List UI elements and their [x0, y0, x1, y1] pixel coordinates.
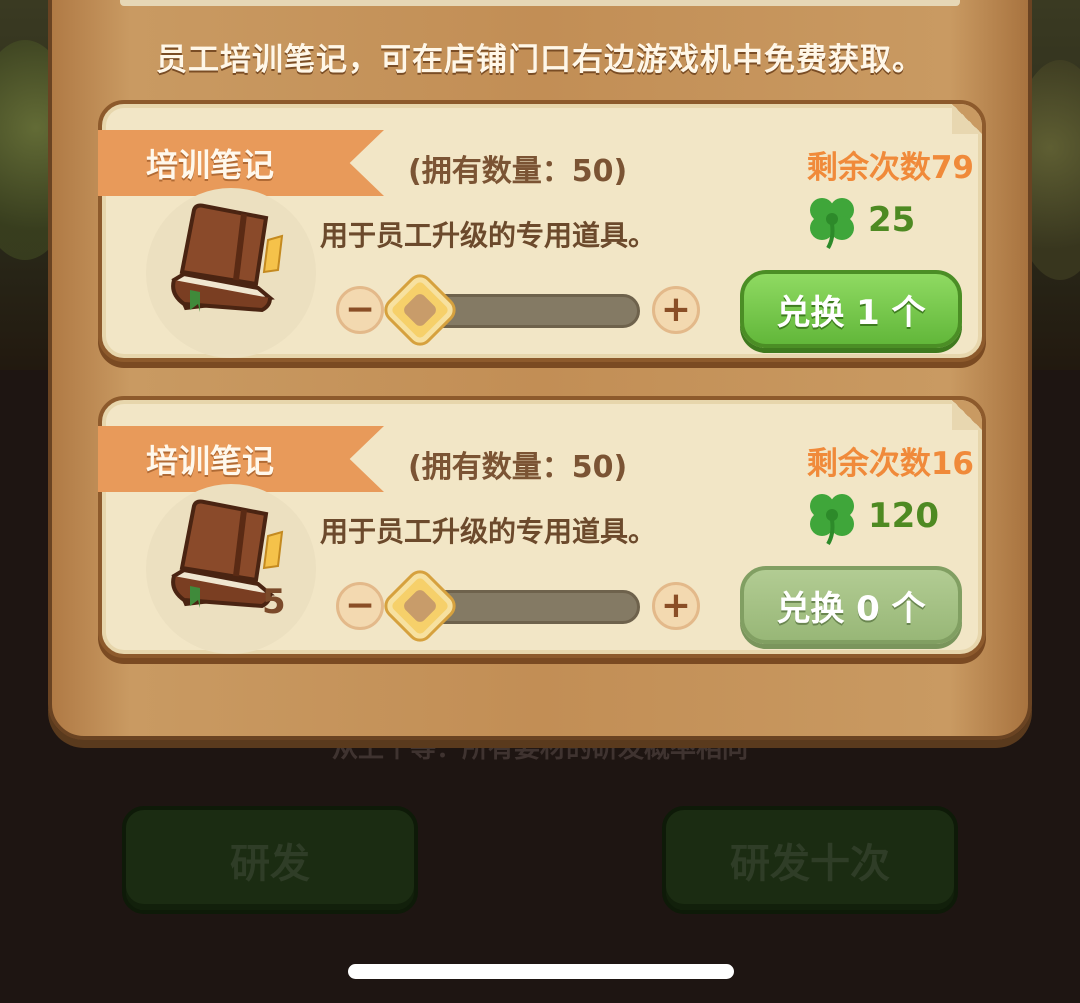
- panel-top-strip: [120, 0, 960, 6]
- research-ten-times-button[interactable]: 研发十次: [662, 806, 958, 914]
- item-description: 用于员工升级的专用道具。: [320, 219, 657, 252]
- home-indicator[interactable]: [348, 964, 734, 979]
- exchange-button[interactable]: 兑换 1 个: [740, 270, 962, 348]
- decrease-button[interactable]: −: [336, 286, 384, 334]
- item-description: 用于员工升级的专用道具。: [320, 515, 657, 548]
- remaining-count: 剩余次数79: [806, 150, 974, 186]
- decrease-button[interactable]: −: [336, 582, 384, 630]
- item-name-ribbon: 培训笔记: [98, 130, 384, 196]
- item-stack-count: 5: [262, 582, 286, 622]
- exchange-button[interactable]: 兑换 0 个: [740, 566, 962, 644]
- clover-icon: [810, 198, 854, 250]
- remaining-count: 剩余次数16: [806, 446, 974, 482]
- clover-cost: 120: [868, 496, 939, 536]
- exchange-card: 培训笔记 (拥有数量：50) 剩余次数79 用于员工升级的专用道具。 25 − …: [98, 100, 986, 362]
- card-fold-corner: [952, 104, 982, 134]
- quantity-slider-handle[interactable]: [383, 273, 457, 347]
- clover-icon: [810, 494, 854, 546]
- owned-count: (拥有数量：50): [408, 154, 628, 189]
- research-button[interactable]: 研发: [122, 806, 418, 914]
- clover-cost: 25: [868, 200, 916, 240]
- panel-notice: 员工培训笔记，可在店铺门口右边游戏机中免费获取。: [156, 42, 924, 78]
- exchange-card: 培训笔记 (拥有数量：50) 剩余次数16 5 用于员工升级的专用道具。 120…: [98, 396, 986, 658]
- increase-button[interactable]: +: [652, 286, 700, 334]
- quantity-slider-handle[interactable]: [383, 569, 457, 643]
- book-icon: [171, 203, 284, 313]
- increase-button[interactable]: +: [652, 582, 700, 630]
- card-fold-corner: [952, 400, 982, 430]
- item-name-ribbon: 培训笔记: [98, 426, 384, 492]
- owned-count: (拥有数量：50): [408, 450, 628, 485]
